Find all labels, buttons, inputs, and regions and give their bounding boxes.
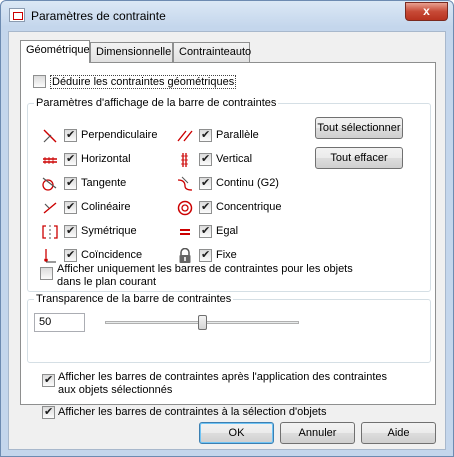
tab-contrainteauto[interactable]: Contrainteauto bbox=[173, 42, 251, 62]
constraint-label-tangent: Tangente bbox=[81, 177, 127, 189]
constraint-checkbox-concentric[interactable] bbox=[199, 200, 212, 214]
constraint-label-symmetric: Symétrique bbox=[81, 225, 137, 237]
ok-button[interactable]: OK bbox=[199, 422, 274, 444]
show-after-apply-checkbox[interactable] bbox=[42, 373, 55, 387]
dialog-client-area: Géométrique Dimensionnelle Contrainteaut… bbox=[8, 31, 446, 450]
display-settings-title: Paramètres d'affichage de la barre de co… bbox=[34, 97, 279, 109]
constraint-checkbox-smooth[interactable] bbox=[199, 176, 212, 190]
constraint-label-concentric: Concentrique bbox=[216, 201, 282, 213]
current-plane-label-2: dans le plan courant bbox=[57, 276, 157, 288]
help-button[interactable]: Aide bbox=[361, 422, 436, 444]
infer-constraints-checkbox[interactable] bbox=[33, 75, 46, 88]
coincident-icon bbox=[41, 248, 59, 264]
cancel-button[interactable]: Annuler bbox=[280, 422, 355, 444]
collinear-icon bbox=[41, 200, 59, 216]
vertical-icon bbox=[176, 152, 194, 168]
app-icon bbox=[9, 8, 25, 22]
window-title: Paramètres de contrainte bbox=[31, 9, 166, 23]
constraint-checkbox-symmetric[interactable] bbox=[64, 224, 77, 238]
constraint-label-perpendicular: Perpendiculaire bbox=[81, 129, 158, 141]
tangent-icon bbox=[41, 176, 59, 192]
constraint-checkbox-collinear[interactable] bbox=[64, 200, 77, 214]
smooth-icon bbox=[176, 176, 194, 192]
show-after-apply-label-1: Afficher les barres de contraintes après… bbox=[58, 371, 388, 383]
show-on-select-label: Afficher les barres de contraintes à la … bbox=[58, 406, 327, 418]
infer-constraints-label: Déduire les contraintes géométriques bbox=[50, 75, 237, 89]
constraint-label-lock: Fixe bbox=[216, 249, 237, 261]
constraint-label-horizontal: Horizontal bbox=[81, 153, 131, 165]
symmetric-icon bbox=[41, 224, 59, 240]
transparency-title: Transparence de la barre de contraintes bbox=[34, 293, 234, 305]
constraint-label-smooth: Continu (G2) bbox=[216, 177, 279, 189]
constraint-checkbox-coincident[interactable] bbox=[64, 248, 77, 262]
select-all-button[interactable]: Tout sélectionner bbox=[315, 117, 403, 139]
equal-icon bbox=[176, 224, 194, 240]
constraint-label-coincident: Coïncidence bbox=[81, 249, 143, 261]
constraint-checkbox-perpendicular[interactable] bbox=[64, 128, 77, 142]
close-button[interactable]: x bbox=[405, 2, 448, 21]
transparency-input[interactable]: 50 bbox=[34, 313, 85, 332]
transparency-slider-thumb[interactable] bbox=[198, 315, 207, 330]
lock-icon bbox=[176, 248, 194, 264]
constraint-label-vertical: Vertical bbox=[216, 153, 253, 165]
show-on-select-checkbox[interactable] bbox=[42, 405, 55, 419]
concentric-icon bbox=[176, 200, 194, 216]
constraint-checkbox-equal[interactable] bbox=[199, 224, 212, 238]
constraint-checkbox-lock[interactable] bbox=[199, 248, 212, 262]
constraint-checkbox-tangent[interactable] bbox=[64, 176, 77, 190]
tab-dimensionnelle[interactable]: Dimensionnelle bbox=[90, 42, 173, 62]
tab-panel: Déduire les contraintes géométriques Par… bbox=[20, 62, 436, 419]
current-plane-checkbox[interactable] bbox=[40, 267, 53, 280]
constraint-label-collinear: Colinéaire bbox=[81, 201, 131, 213]
constraint-checkbox-horizontal[interactable] bbox=[64, 152, 77, 166]
constraint-label-equal: Egal bbox=[216, 225, 239, 237]
perpendicular-icon bbox=[41, 128, 59, 144]
constraint-checkbox-vertical[interactable] bbox=[199, 152, 212, 166]
constraint-label-parallel: Parallèle bbox=[216, 129, 259, 141]
tab-geometrique[interactable]: Géométrique bbox=[20, 40, 90, 63]
dialog-window: Paramètres de contrainte x Géométrique D… bbox=[0, 0, 454, 457]
parallel-icon bbox=[176, 128, 194, 144]
title-bar[interactable]: Paramètres de contrainte x bbox=[1, 1, 453, 29]
constraint-checkbox-parallel[interactable] bbox=[199, 128, 212, 142]
transparency-group: Transparence de la barre de contraintes bbox=[27, 293, 431, 363]
horizontal-icon bbox=[41, 152, 59, 168]
clear-all-button[interactable]: Tout effacer bbox=[315, 147, 403, 169]
show-after-apply-label-2: aux objets sélectionnés bbox=[58, 384, 173, 396]
current-plane-label-1: Afficher uniquement les barres de contra… bbox=[57, 263, 353, 275]
